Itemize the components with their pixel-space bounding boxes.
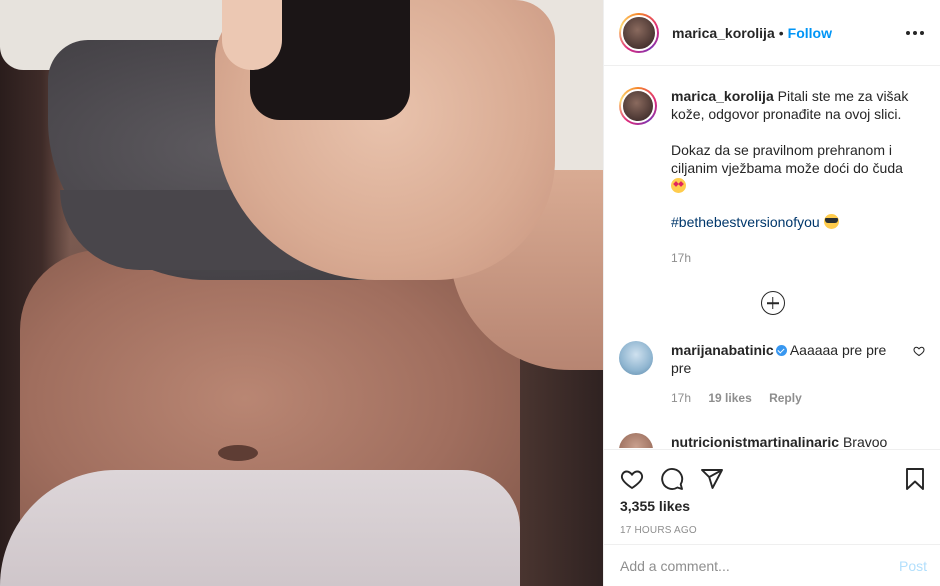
comment-input[interactable] (620, 557, 899, 574)
load-more-comments-icon[interactable] (760, 291, 785, 315)
photo-thumb (222, 0, 282, 70)
post-photo[interactable] (0, 0, 603, 586)
verified-badge-icon (775, 345, 787, 356)
more-options-icon[interactable] (906, 30, 924, 35)
commenter-username[interactable]: marijanabatinic (671, 342, 774, 358)
caption-hashtag[interactable]: #bethebestversionofyou (671, 214, 820, 230)
caption-age: 17h (671, 251, 692, 265)
share-icon[interactable] (700, 467, 724, 491)
add-comment-bar: Post (604, 544, 940, 586)
commenter-username[interactable]: nutricionistmartinalinaric (671, 434, 839, 448)
heart-icon[interactable] (620, 467, 644, 491)
load-more-comments[interactable] (604, 291, 940, 315)
photo-waistband (0, 470, 520, 586)
comment-icon[interactable] (660, 467, 684, 491)
post-header: marica_korolija • Follow (604, 0, 940, 66)
bookmark-icon[interactable] (903, 467, 927, 491)
follow-button[interactable]: Follow (788, 25, 832, 41)
comment-reply-button[interactable]: Reply (769, 391, 802, 405)
post-comment-button[interactable]: Post (899, 558, 927, 574)
author-avatar[interactable] (619, 12, 659, 53)
photo-navel (218, 445, 258, 461)
post-actions: 3,355 likes 17 HOURS AGO (604, 449, 940, 544)
header-separator: • (778, 24, 784, 41)
post-timestamp[interactable]: 17 HOURS AGO (604, 525, 940, 536)
comment-item: nutricionistmartinalinaric Bravoo (604, 433, 940, 448)
caption-text-line2: Dokaz da se pravilnom prehranom i ciljan… (671, 142, 903, 176)
commenter-avatar[interactable] (619, 341, 653, 375)
comment-like-heart-icon[interactable] (913, 345, 925, 357)
author-username[interactable]: marica_korolija (672, 25, 775, 41)
caption-username[interactable]: marica_korolija (671, 88, 774, 104)
comment-likes[interactable]: 19 likes (708, 391, 751, 405)
commenter-avatar[interactable] (619, 433, 653, 448)
comment-age[interactable]: 17h (671, 391, 691, 405)
comment-item: marijanabatinic Aaaaaa pre pre pre 17h 1… (604, 341, 940, 407)
post-caption: marica_korolija Pitali ste me za višak k… (604, 67, 940, 267)
comment-text: Bravoo (842, 434, 888, 448)
heart-eyes-emoji-icon (671, 178, 686, 193)
sunglasses-emoji-icon (823, 214, 839, 229)
likes-count[interactable]: 3,355 likes (604, 498, 940, 514)
caption-author-avatar[interactable] (619, 87, 657, 125)
post-side-panel: marica_korolija • Follow marica_korolija… (603, 0, 940, 586)
comments-section[interactable]: marica_korolija Pitali ste me za višak k… (604, 67, 940, 448)
